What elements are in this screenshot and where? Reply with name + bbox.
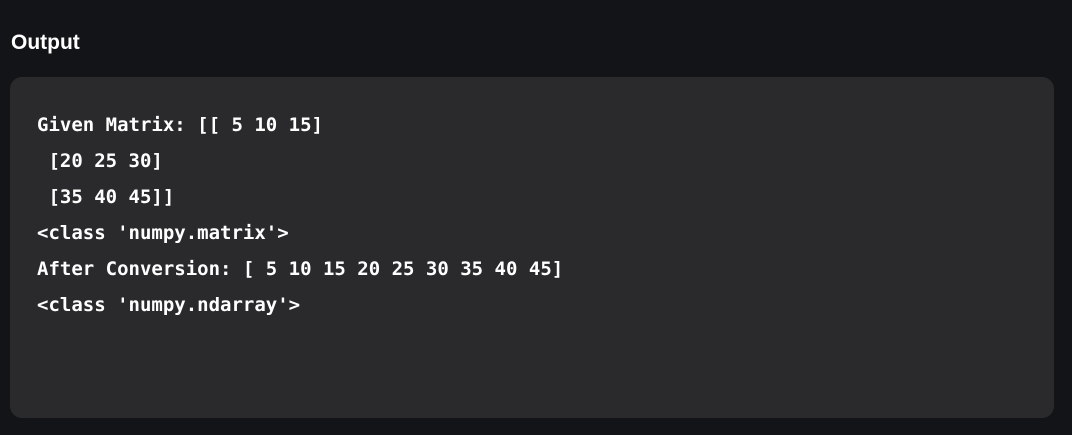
output-heading: Output — [11, 31, 80, 54]
output-line: [35 40 45]] — [37, 186, 175, 208]
output-line: [20 25 30] — [37, 150, 163, 172]
output-line: <class 'numpy.matrix'> — [37, 222, 289, 244]
output-line: Given Matrix: [[ 5 10 15] — [37, 114, 323, 136]
output-line: <class 'numpy.ndarray'> — [37, 294, 301, 316]
output-code-block: Given Matrix: [[ 5 10 15] [20 25 30] [35… — [37, 107, 1027, 323]
output-line: After Conversion: [ 5 10 15 20 25 30 35 … — [37, 258, 564, 280]
output-panel: Given Matrix: [[ 5 10 15] [20 25 30] [35… — [10, 77, 1054, 418]
